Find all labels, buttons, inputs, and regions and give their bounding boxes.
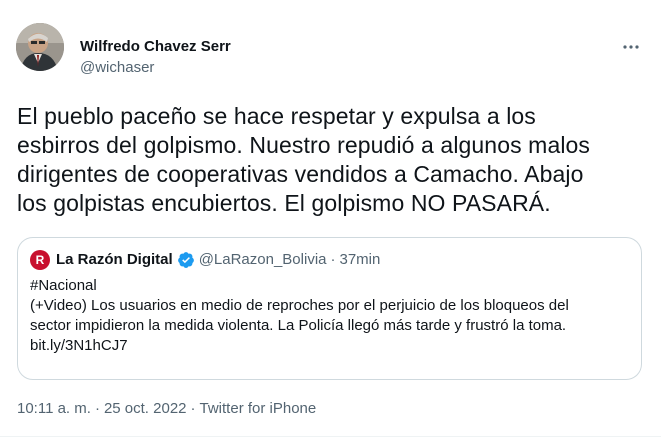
- quoted-text-line: sector impidieron la medida violenta. La…: [30, 317, 567, 334]
- quoted-hashtag: #Nacional: [30, 277, 97, 294]
- tweet-card: Wilfredo Chavez Serr @wichaser El pueblo…: [0, 0, 661, 437]
- tweet-text-line: dirigentes de cooperativas vendidos a Ca…: [17, 161, 584, 187]
- avatar[interactable]: [16, 23, 64, 71]
- quoted-text-line: (+Video) Los usuarios en medio de reproc…: [30, 297, 569, 314]
- quoted-tweet-text: #Nacional (+Video) Los usuarios en medio…: [30, 276, 632, 356]
- quoted-display-name[interactable]: La Razón Digital: [56, 250, 173, 270]
- author-names: Wilfredo Chavez Serr @wichaser: [80, 37, 231, 78]
- logo-letter: R: [35, 253, 45, 267]
- more-options-button[interactable]: [621, 37, 641, 57]
- quoted-tweet-header: R La Razón Digital @LaRazon_Bolivia · 37…: [30, 250, 629, 270]
- more-dots-icon: [623, 45, 639, 49]
- tweet-source[interactable]: Twitter for iPhone: [200, 399, 317, 419]
- tweet-text-line: esbirros del golpismo. Nuestro repudió a…: [17, 132, 591, 158]
- quoted-handle[interactable]: @LaRazon_Bolivia: [199, 250, 327, 270]
- tweet-header: Wilfredo Chavez Serr @wichaser: [16, 23, 645, 83]
- tweet-date[interactable]: 25 oct. 2022: [104, 399, 187, 419]
- author-display-name[interactable]: Wilfredo Chavez Serr: [80, 37, 231, 57]
- footer-separator: ·: [190, 400, 196, 417]
- author-handle[interactable]: @wichaser: [80, 58, 231, 78]
- tweet-time[interactable]: 10:11 a. m.: [17, 399, 91, 419]
- la-razon-logo: R: [30, 250, 50, 270]
- avatar-photo: [16, 23, 64, 71]
- quoted-link: bit.ly/3N1hCJ7: [30, 337, 128, 354]
- tweet-text: El pueblo paceño se hace respetar y expu…: [17, 102, 642, 218]
- tweet-text-line: El pueblo paceño se hace respetar y expu…: [17, 103, 536, 129]
- footer-separator: ·: [94, 400, 100, 417]
- quoted-time[interactable]: 37min: [340, 250, 381, 270]
- tweet-text-line: los golpistas encubiertos. El golpismo N…: [17, 190, 551, 216]
- tweet-footer: 10:11 a. m. · 25 oct. 2022 · Twitter for…: [17, 399, 316, 419]
- verified-badge-icon: [177, 252, 194, 268]
- quoted-tweet[interactable]: R La Razón Digital @LaRazon_Bolivia · 37…: [17, 237, 642, 380]
- meta-separator: ·: [330, 251, 336, 268]
